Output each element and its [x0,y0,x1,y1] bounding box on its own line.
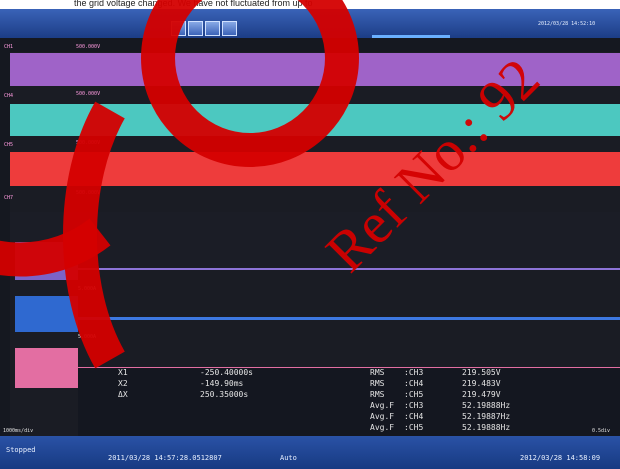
ch8-trace-line [78,317,620,320]
ch8-range: 5.000A [78,286,97,292]
meas-4-channel: :CH4 [404,412,424,421]
meas-5-value: 52.19888Hz [462,423,511,432]
cursor-x2-value: -149.90ms [200,379,244,388]
cursor-x1-value: -250.40000s [200,368,253,377]
caption-text: the grid voltage changed. We have not fl… [74,0,313,8]
meas-1-value: 219.483V [462,379,501,388]
meas-1-channel: :CH4 [404,379,424,388]
status-right: 2012/03/28 14:58:09 [520,454,601,462]
time-axis-right: 0.5div [592,428,611,434]
control-button-1[interactable] [171,21,186,36]
meas-3-name: Avg.F [370,401,395,410]
meas-2-channel: :CH5 [404,390,424,399]
meas-0-name: RMS [370,368,385,377]
ch1-label: CH1 [4,44,14,50]
ch4-trace [10,104,620,136]
meas-2-name: RMS [370,390,385,399]
ch9-scale: 5.000A [78,334,97,340]
cursor-dx-value: 250.35000s [200,390,249,399]
waveform-area[interactable]: CH1 500.000V CH4 500.000V CH5 500.000V C… [0,38,620,436]
cursor-dx-label: ΔX [118,390,128,399]
cursor-x2-label: X2 [118,379,128,388]
status-bar: Stopped 2011/03/28 14:57:28.0512807 Auto… [0,436,620,469]
control-button-3[interactable] [205,21,220,36]
ch7-label: CH7 [4,195,14,201]
ch5-scale: 500.000V [76,140,101,146]
ch5-label: CH5 [4,142,14,148]
cursor-panel: X1 -250.40000s X2 -149.90ms ΔX 250.35000… [78,368,620,436]
ch7-scale: 500.000V [76,190,101,196]
meas-0-channel: :CH3 [404,368,424,377]
meas-4-value: 52.19887Hz [462,412,511,421]
caption-strip: the grid voltage changed. We have not fl… [0,0,620,9]
meas-3-channel: :CH3 [404,401,424,410]
time-axis-left: 1000ms/div [3,428,34,434]
status-range: 2011/03/28 14:57:28.0512807 [108,454,222,462]
meas-5-name: Avg.F [370,423,395,432]
toolbar-datetime: 2012/03/28 14:52:10 [538,21,596,27]
meas-3-value: 52.19888Hz [462,401,511,410]
meas-2-value: 219.479V [462,390,501,399]
ch7-trace-line [78,268,620,270]
status-auto: Auto [280,454,297,462]
ch7-trace-block [15,242,78,280]
control-button-4[interactable] [222,21,237,36]
ch4-scale: 500.000V [76,91,101,97]
ch1-trace [10,53,620,86]
ch5-trace [10,152,620,186]
control-button-2[interactable] [188,21,203,36]
meas-1-name: RMS [370,379,385,388]
ch8-trace-block [15,296,78,332]
meas-4-name: Avg.F [370,412,395,421]
cursor-x1-label: X1 [118,368,128,377]
ch1-header [10,38,620,52]
toolbar: 2012/03/28 14:52:10 [0,9,620,39]
meas-0-value: 219.505V [462,368,501,377]
ch1-scale: 500.000V [76,44,101,50]
ch7-trace-area [10,212,620,270]
status-mode: Stopped [6,446,36,454]
meas-5-channel: :CH5 [404,423,424,432]
ch4-label: CH4 [4,93,14,99]
ch9-trace-block [15,348,78,388]
ch8-scale: 5.000A [78,240,97,246]
